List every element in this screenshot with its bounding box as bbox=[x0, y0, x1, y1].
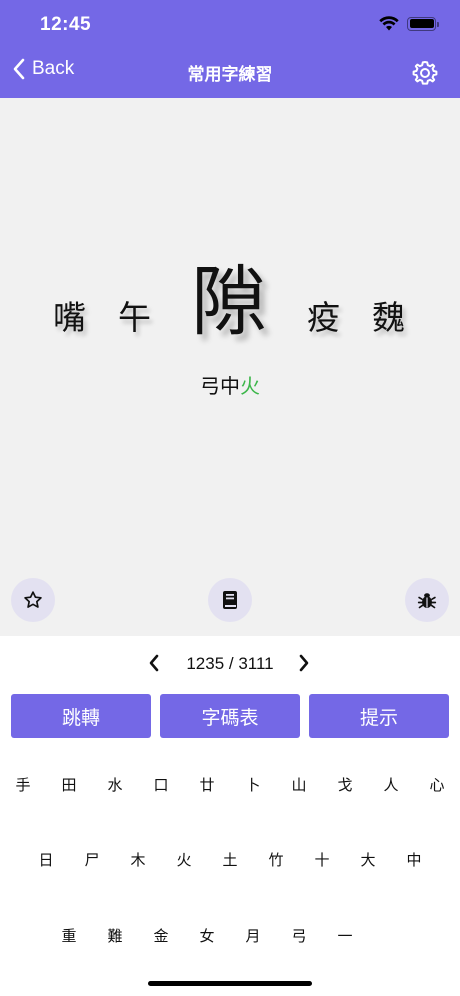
page-title: 常用字練習 bbox=[187, 65, 273, 85]
key[interactable]: 心 bbox=[417, 765, 457, 805]
settings-button[interactable] bbox=[412, 60, 438, 90]
report-bug-button[interactable] bbox=[405, 578, 449, 622]
star-icon bbox=[24, 591, 42, 608]
keyboard-row-1: 手 田 水 口 廿 卜 山 戈 人 心 bbox=[0, 765, 460, 805]
keyboard-row-3: 重 難 金 女 月 弓 一 bbox=[0, 916, 460, 956]
status-icons bbox=[379, 16, 439, 31]
key[interactable]: 土 bbox=[210, 840, 250, 880]
code-table-button[interactable]: 字碼表 bbox=[160, 694, 300, 738]
key[interactable]: 火 bbox=[164, 840, 204, 880]
key[interactable]: 手 bbox=[3, 765, 43, 805]
next-button[interactable] bbox=[298, 654, 310, 676]
chevron-right-icon bbox=[299, 654, 309, 672]
char-code-hint: 火 bbox=[240, 374, 260, 398]
key[interactable]: 人 bbox=[371, 765, 411, 805]
bug-icon bbox=[417, 593, 437, 609]
next-char-1: 疫 bbox=[307, 298, 340, 337]
key[interactable]: 難 bbox=[95, 916, 135, 956]
key[interactable]: 十 bbox=[302, 840, 342, 880]
practice-area: 嘴 午 隙 疫 魏 弓中火 bbox=[0, 98, 460, 636]
key[interactable]: 金 bbox=[141, 916, 181, 956]
key[interactable]: 一 bbox=[325, 916, 365, 956]
key[interactable]: 水 bbox=[95, 765, 135, 805]
next-char-2: 魏 bbox=[372, 298, 405, 337]
favorite-button[interactable] bbox=[11, 578, 55, 622]
hint-button[interactable]: 提示 bbox=[309, 694, 449, 738]
key[interactable]: 山 bbox=[279, 765, 319, 805]
char-code: 弓中火 bbox=[0, 370, 460, 399]
status-time: 12:45 bbox=[40, 14, 92, 35]
key[interactable]: 日 bbox=[26, 840, 66, 880]
key[interactable]: 中 bbox=[394, 840, 434, 880]
key[interactable]: 弓 bbox=[279, 916, 319, 956]
jump-button[interactable]: 跳轉 bbox=[11, 694, 151, 738]
key[interactable]: 竹 bbox=[256, 840, 296, 880]
key[interactable]: 廿 bbox=[187, 765, 227, 805]
key[interactable]: 大 bbox=[348, 840, 388, 880]
battery-icon bbox=[407, 16, 439, 31]
key[interactable]: 田 bbox=[49, 765, 89, 805]
keyboard-row-2: 日 尸 木 火 土 竹 十 大 中 bbox=[0, 840, 460, 880]
previous-char-2: 嘴 bbox=[53, 298, 86, 337]
char-code-plain: 弓中 bbox=[200, 374, 240, 398]
key[interactable]: 戈 bbox=[325, 765, 365, 805]
wifi-icon bbox=[379, 16, 399, 31]
gear-icon bbox=[412, 61, 438, 85]
key[interactable]: 女 bbox=[187, 916, 227, 956]
key[interactable]: 重 bbox=[49, 916, 89, 956]
dictionary-button[interactable] bbox=[208, 578, 252, 622]
previous-char-1: 午 bbox=[118, 298, 151, 337]
key[interactable]: 月 bbox=[233, 916, 273, 956]
pager: 1235 / 3111 bbox=[0, 650, 460, 678]
character-carousel: 嘴 午 隙 疫 魏 bbox=[0, 254, 460, 364]
action-buttons: 跳轉 字碼表 提示 bbox=[11, 694, 449, 738]
book-icon bbox=[223, 591, 237, 609]
key[interactable]: 木 bbox=[118, 840, 158, 880]
app-header: 12:45 Back 常用字練習 bbox=[0, 0, 460, 98]
current-char: 隙 bbox=[191, 257, 267, 346]
key[interactable]: 卜 bbox=[233, 765, 273, 805]
key[interactable]: 口 bbox=[141, 765, 181, 805]
home-indicator bbox=[148, 981, 312, 986]
key[interactable]: 尸 bbox=[72, 840, 112, 880]
page-counter: 1235 / 3111 bbox=[186, 654, 274, 673]
